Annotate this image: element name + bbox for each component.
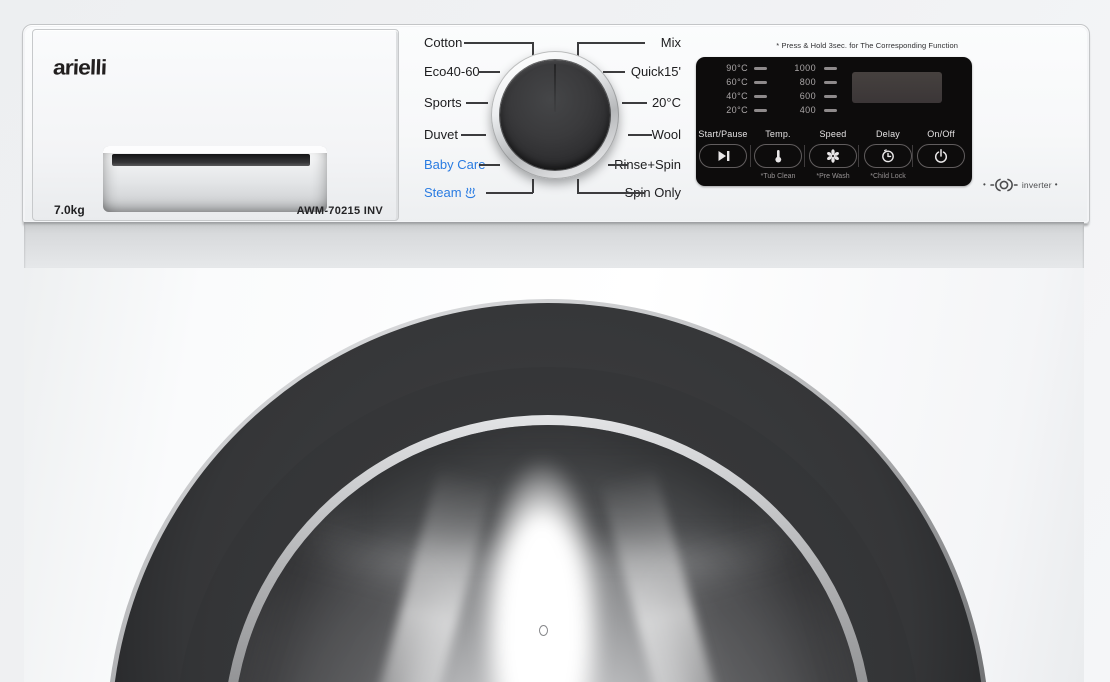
inverter-label: inverter [1022, 180, 1052, 190]
program-label-baby-care: Baby Care [424, 158, 485, 172]
temp-90-indicator [754, 67, 767, 71]
dial-line-mix [577, 42, 645, 44]
speed-1000-indicator [824, 67, 837, 71]
temp-label: Temp. [750, 129, 806, 139]
temp-60: 60°C [704, 75, 748, 89]
dial-line-20c [622, 102, 647, 104]
timer-icon [880, 148, 896, 164]
speed-800-indicator [824, 81, 837, 85]
temp-40-indicator [754, 95, 767, 99]
inverter-icon [989, 178, 1019, 192]
drawer-handle[interactable] [103, 146, 327, 212]
temp-20-indicator [754, 109, 767, 113]
top-panel-base-band [24, 222, 1084, 268]
dial-line-rinse-spin [608, 164, 628, 166]
on-off-button[interactable] [917, 144, 965, 168]
play-pause-icon [715, 148, 731, 164]
control-panel: 90°C 60°C 40°C 20°C 1000 800 600 400 Sta… [696, 57, 972, 186]
brand-logo: arielli [53, 55, 107, 80]
program-label-wool: Wool [652, 128, 681, 142]
fan-icon [825, 148, 841, 164]
capacity-label: 7.0kg [54, 203, 85, 217]
start-pause-label: Start/Pause [695, 129, 751, 139]
inverter-bullet: • [983, 177, 986, 193]
program-label-quick15: Quick15' [631, 65, 681, 79]
speed-400-indicator [824, 109, 837, 113]
button-separator [750, 145, 751, 167]
dial-line-steam [486, 192, 533, 194]
washing-machine-photo: arielli 7.0kg AWM-70215 INV Cotton Eco40… [0, 0, 1110, 682]
dial-line-eco [478, 71, 500, 73]
drawer-lip [103, 146, 327, 153]
speed-label: Speed [805, 129, 861, 139]
temp-60-indicator [754, 81, 767, 85]
speed-600: 600 [780, 89, 816, 103]
speed-800: 800 [780, 75, 816, 89]
dial-line-duvet [461, 134, 486, 136]
speed-1000: 1000 [780, 61, 816, 75]
temp-20: 20°C [704, 103, 748, 117]
button-separator [912, 145, 913, 167]
program-label-20c: 20°C [652, 96, 681, 110]
dial-line-mix-elbow [577, 42, 579, 56]
inverter-badge: • inverter • [983, 177, 1058, 193]
program-label-eco40-60: Eco40-60 [424, 65, 480, 79]
dial-line-cotton [464, 42, 533, 44]
digital-display [852, 72, 942, 103]
speed-button[interactable] [809, 144, 857, 168]
delay-label: Delay [860, 129, 916, 139]
temp-40: 40°C [704, 89, 748, 103]
tub-clean-sublabel: *Tub Clean [750, 173, 806, 180]
door[interactable] [111, 303, 985, 682]
steam-icon [464, 186, 477, 199]
button-separator [804, 145, 805, 167]
model-label: AWM-70215 INV [297, 205, 383, 217]
program-label-sports: Sports [424, 96, 462, 110]
dial-line-quick15 [603, 71, 625, 73]
speed-400: 400 [780, 103, 816, 117]
thermometer-icon [770, 148, 786, 164]
detergent-drawer[interactable]: arielli 7.0kg AWM-70215 INV [32, 29, 399, 221]
button-separator [858, 145, 859, 167]
dial-line-sports [466, 102, 488, 104]
program-label-cotton: Cotton [424, 36, 462, 50]
dial-line-spin-only [577, 192, 645, 194]
press-hold-note: * Press & Hold 3sec. for The Correspondi… [696, 41, 958, 50]
dial-line-wool [628, 134, 652, 136]
dial-pointer [554, 64, 556, 112]
program-label-steam: Steam [424, 186, 477, 200]
child-lock-sublabel: *Child Lock [860, 173, 916, 180]
machine-body [24, 268, 1084, 682]
temp-90: 90°C [704, 61, 748, 75]
temp-button[interactable] [754, 144, 802, 168]
dial-line-spin-only-elbow [577, 179, 579, 193]
inverter-bullet: • [1055, 177, 1058, 193]
program-label-mix: Mix [661, 36, 681, 50]
dial-line-baby-care [479, 164, 500, 166]
drawer-grip-slot [112, 154, 310, 166]
power-icon [933, 148, 949, 164]
program-label-duvet: Duvet [424, 128, 458, 142]
on-off-label: On/Off [913, 129, 969, 139]
start-pause-button[interactable] [699, 144, 747, 168]
speed-600-indicator [824, 95, 837, 99]
delay-button[interactable] [864, 144, 912, 168]
drum-hole-detail [539, 625, 548, 636]
dial-line-steam-elbow [532, 179, 534, 193]
pre-wash-sublabel: *Pre Wash [805, 173, 861, 180]
